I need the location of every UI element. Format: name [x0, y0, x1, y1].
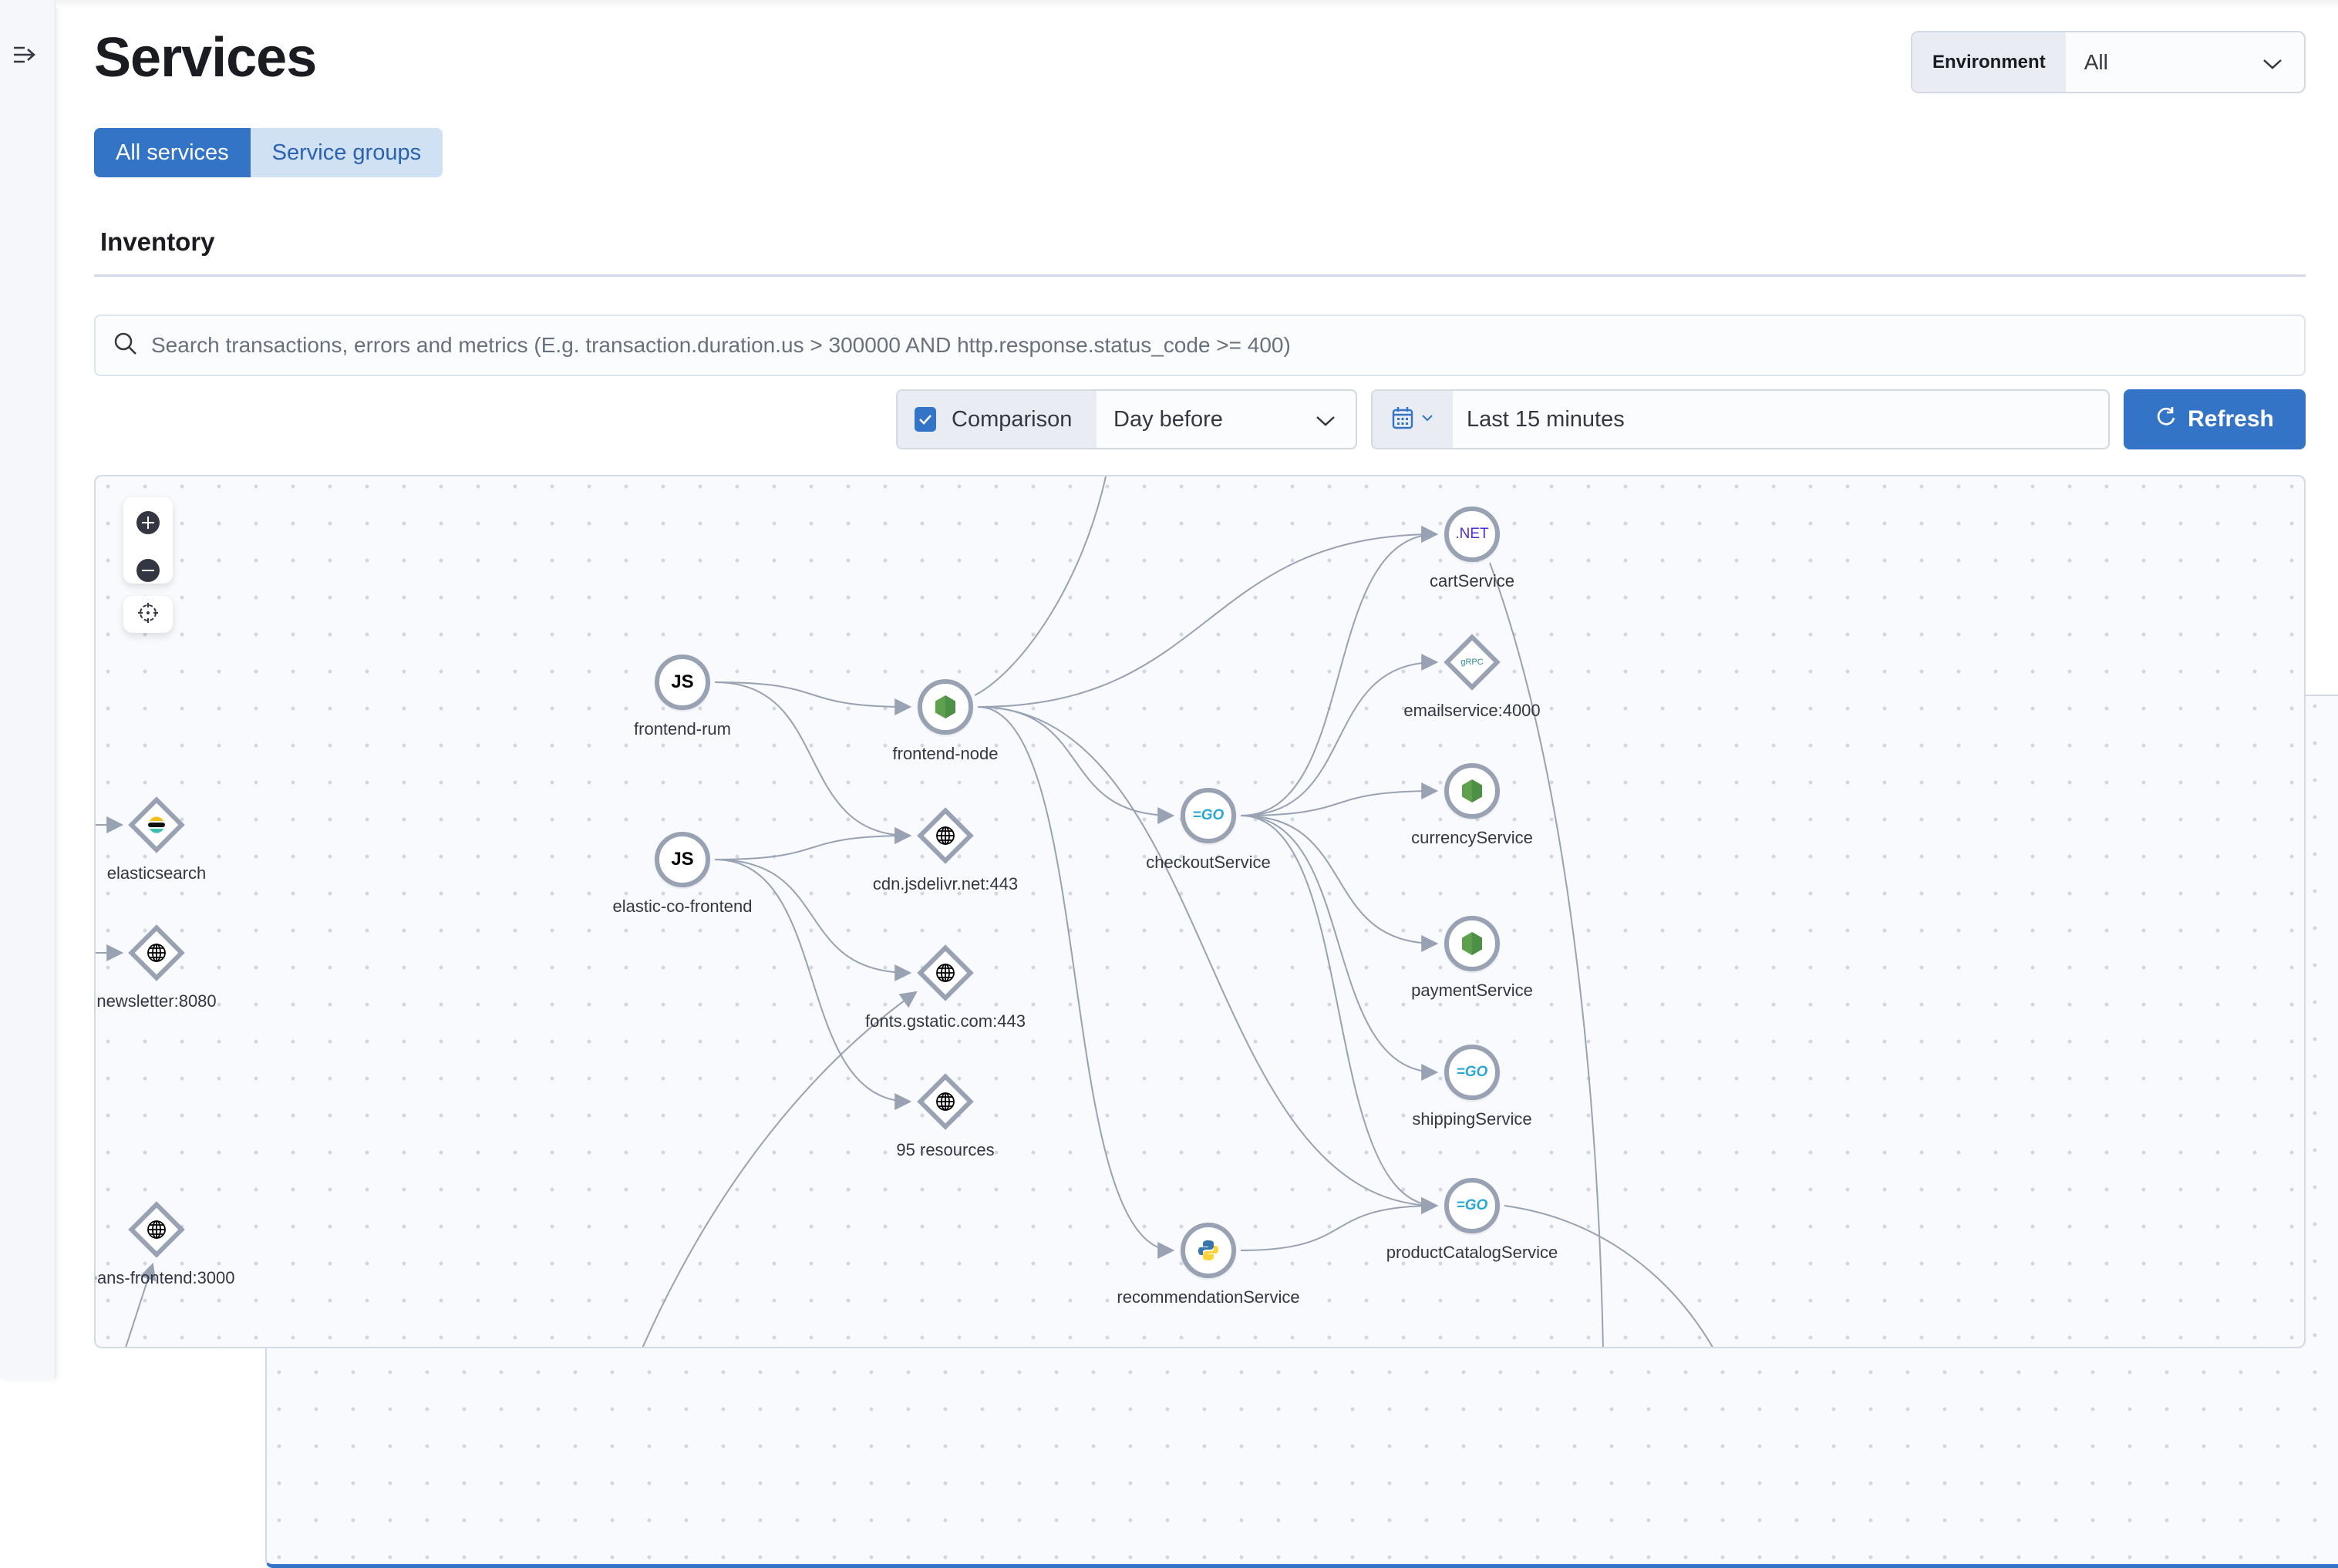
node-label: frontend-rum: [634, 719, 731, 739]
go-icon: =GO: [1456, 1064, 1488, 1080]
node-label: productCatalogService: [1386, 1243, 1558, 1262]
node-label: elasticsearch: [106, 863, 207, 883]
elasticsearch-icon: [143, 811, 170, 839]
service-node-circle: =GO: [1444, 1178, 1500, 1233]
zoom-in-icon[interactable]: [136, 511, 160, 534]
chevron-down-icon: [2261, 52, 2284, 77]
comparison-toggle: Comparison: [898, 391, 1097, 448]
edge-checkoutService-to-emailservice: [1240, 654, 1439, 816]
service-node-circle: =GO: [1444, 1045, 1500, 1100]
calendar-icon: [1392, 406, 1413, 433]
search-bar: [94, 315, 2306, 376]
chevron-down-icon: [1314, 409, 1337, 435]
comparison-checkbox[interactable]: [915, 407, 936, 432]
node-label: frontend-node: [892, 744, 999, 763]
service-node-circle: JS: [655, 654, 710, 710]
python-icon: [1197, 1239, 1220, 1262]
comparison-value: Day before: [1113, 406, 1223, 432]
center-map-button[interactable]: [123, 596, 173, 633]
service-node-circle: [1444, 916, 1500, 971]
service-view-toggle: All services Service groups: [94, 128, 443, 177]
node-label: elastic-co-frontend: [612, 897, 753, 916]
top-shade: [56, 0, 2338, 8]
service-map-edges: [96, 476, 1713, 1347]
edge-frontend-node-to-checkoutService: [977, 706, 1175, 824]
edge-productCatalogService-offscreen: [1504, 1205, 1713, 1347]
go-icon: =GO: [1192, 807, 1225, 823]
environment-value: All: [2084, 49, 2108, 74]
service-node-circle: [1181, 1223, 1236, 1278]
nodejs-icon: [1461, 931, 1483, 956]
javascript-icon: JS: [671, 671, 694, 692]
environment-label: Environment: [1912, 32, 2066, 92]
refresh-icon: [2155, 405, 2177, 433]
edge-cartService-offscreen: [1489, 562, 1604, 1347]
search-input[interactable]: [151, 333, 2304, 358]
refresh-button[interactable]: Refresh: [2124, 389, 2306, 449]
zoom-out-icon[interactable]: [136, 559, 160, 582]
edge-checkoutService-to-productCatalogService: [1240, 815, 1439, 1214]
node-label: cdn.jsdelivr.net:443: [872, 874, 1019, 893]
node-label: checkoutService: [1146, 853, 1271, 872]
quick-select-button[interactable]: [1373, 391, 1453, 448]
go-icon: =GO: [1456, 1197, 1488, 1213]
edge-offscreen-to-fonts-gstatic: [642, 991, 918, 1347]
all-services-button[interactable]: All services: [94, 128, 251, 177]
node-label: cartService: [1429, 571, 1515, 591]
node-label: paymentService: [1411, 981, 1533, 1000]
side-nav: [0, 0, 56, 1378]
service-map[interactable]: JS frontend-rum JS elastic-co-frontend front…: [94, 475, 2306, 1348]
node-label: emailservice:4000: [1403, 701, 1541, 720]
comparison-select[interactable]: Day before: [1097, 391, 1356, 448]
zoom-controls: [123, 497, 173, 584]
service-node-circle: [1444, 763, 1500, 819]
edge-elastic-co-frontend-to-cdn-jsdelivr: [714, 827, 912, 860]
page-title: Services: [94, 27, 317, 89]
service-groups-button[interactable]: Service groups: [250, 128, 443, 177]
node-label: recommendationService: [1117, 1287, 1300, 1307]
node-label: newsletter:8080: [96, 991, 217, 1011]
node-label: fonts.gstatic.com:443: [865, 1011, 1026, 1031]
service-node-circle: JS: [655, 832, 710, 887]
refresh-label: Refresh: [2188, 406, 2274, 432]
globe-icon: [143, 1216, 170, 1243]
environment-select[interactable]: All: [2066, 32, 2304, 92]
edge-checkoutService-to-paymentService: [1240, 815, 1439, 952]
node-label: shippingService: [1412, 1109, 1532, 1129]
globe-icon: [931, 1088, 959, 1115]
chevron-down-icon: [1421, 412, 1433, 426]
globe-icon: [143, 939, 170, 967]
node-label: 95 resources: [896, 1140, 995, 1159]
crosshair-icon: [136, 601, 160, 628]
dotnet-icon: .NET: [1455, 526, 1489, 542]
tab-inventory[interactable]: Inventory: [100, 227, 215, 277]
node-label: beans-frontend:3000: [96, 1268, 235, 1287]
service-node-circle: .NET: [1444, 506, 1500, 562]
comparison-label: Comparison: [952, 406, 1073, 432]
nodejs-icon: [1461, 779, 1483, 803]
nodejs-icon: [935, 695, 956, 719]
grpc-icon: gRPC: [1460, 658, 1484, 667]
globe-icon: [931, 822, 959, 850]
service-node-circle: =GO: [1181, 788, 1236, 843]
comparison-control: Comparison Day before: [896, 389, 1357, 449]
search-icon: [113, 331, 139, 361]
date-range-display[interactable]: Last 15 minutes: [1453, 391, 2108, 448]
environment-selector[interactable]: Environment All: [1911, 31, 2306, 93]
edge-frontend-node-offscreen-top: [974, 476, 1107, 696]
node-label: currencyService: [1411, 828, 1533, 847]
expand-nav-icon[interactable]: [12, 43, 39, 66]
service-node-circle: [918, 679, 973, 735]
edge-frontend-node-to-recommendationService: [977, 706, 1175, 1259]
tabs: Inventory Service map: [94, 220, 2338, 1568]
date-picker: Last 15 minutes: [1371, 389, 2110, 449]
javascript-icon: JS: [671, 849, 694, 870]
edge-frontend-rum-to-cdn-jsdelivr: [714, 681, 912, 844]
globe-icon: [931, 959, 959, 987]
